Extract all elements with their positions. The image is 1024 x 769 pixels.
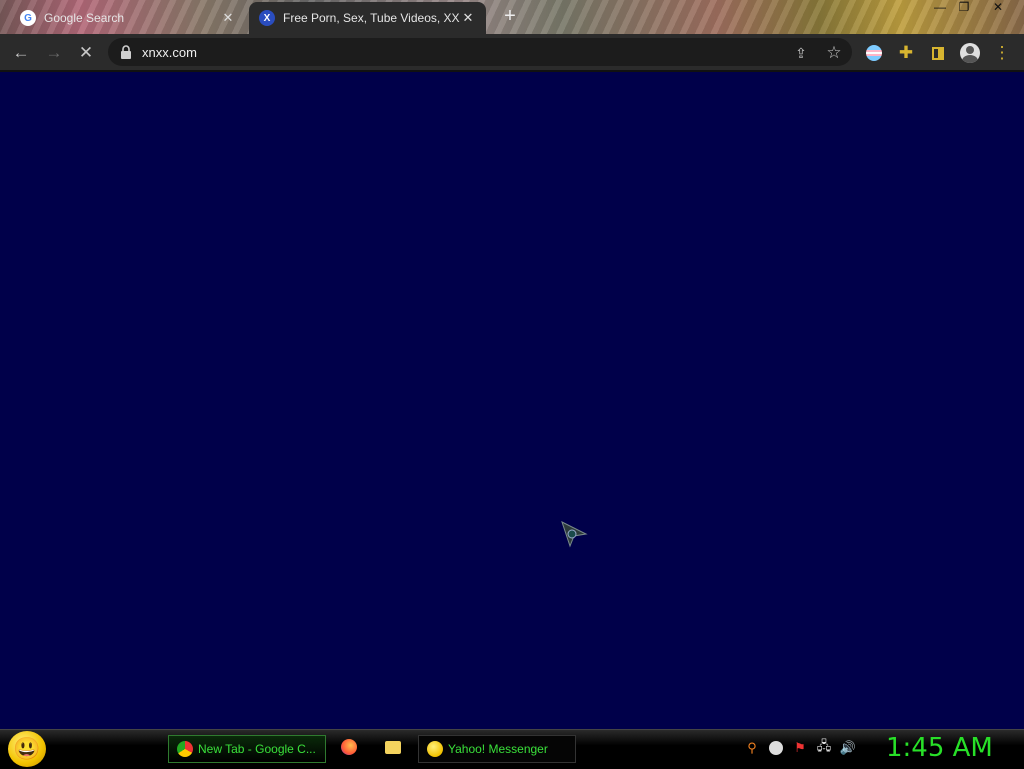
start-button[interactable]: 😃 [8,731,46,767]
yahoo-smiley-icon: 😃 [13,736,41,761]
share-button[interactable]: ⇪ [790,42,812,64]
side-panel-icon [932,46,944,60]
new-tab-button[interactable]: + [500,6,520,26]
stop-loading-button[interactable]: ✕ [75,42,97,64]
tab-google-search[interactable]: G Google Search ✕ [10,2,246,34]
star-icon: ☆ [826,43,842,62]
chrome-icon [177,741,193,757]
extension-flag-icon [866,45,882,61]
url-text[interactable]: xnxx.com [142,45,197,60]
page-content[interactable] [0,72,1024,729]
xnxx-icon: X [259,10,275,26]
back-button[interactable]: ← [10,42,32,64]
tab-active[interactable]: X Free Porn, Sex, Tube Videos, XXX ✕ [249,2,486,34]
puzzle-icon: ✚ [898,43,914,62]
lock-icon [121,45,131,59]
google-icon: G [20,10,36,26]
profile-button[interactable] [959,42,981,64]
menu-button[interactable]: ⋮ [991,42,1013,64]
folder-icon [385,740,401,754]
stop-icon: ✕ [78,43,94,62]
taskbar-clock[interactable]: 1:45 AM [886,733,996,763]
firefox-launcher[interactable] [340,738,358,756]
action-center-flag-icon[interactable]: ⚑ [792,740,808,756]
share-icon: ⇪ [795,44,807,61]
taskbar-item-yahoo-messenger[interactable]: Yahoo! Messenger [418,735,576,763]
tab-title: Free Porn, Sex, Tube Videos, XXX [283,11,460,25]
yahoo-messenger-icon [427,741,443,757]
back-arrow-icon: ← [12,43,30,62]
extensions-button[interactable]: ✚ [895,42,917,64]
tab-title: Google Search [44,11,125,25]
search-icon[interactable]: ⚲ [744,740,760,756]
taskbar-item-chrome[interactable]: New Tab - Google C... [168,735,326,763]
side-panel-button[interactable] [927,42,949,64]
close-tab-icon[interactable]: ✕ [220,10,236,26]
profile-avatar-icon [960,43,980,63]
mouse-cursor-icon [561,521,588,548]
close-tab-icon[interactable]: ✕ [460,10,476,26]
restore-button[interactable]: ❐ [952,0,976,18]
folder-launcher[interactable] [384,738,402,756]
messenger-tray-icon[interactable] [768,740,784,756]
bookmark-button[interactable]: ☆ [823,42,845,64]
forward-button[interactable]: → [43,42,65,64]
network-icon[interactable]: 🖧 [816,738,832,756]
close-window-button[interactable]: ✕ [986,0,1010,18]
extension-button[interactable] [863,42,885,64]
minimize-button[interactable]: — [928,0,952,18]
firefox-icon [341,739,357,755]
forward-arrow-icon: → [45,43,63,62]
address-bar[interactable] [108,38,852,66]
volume-icon[interactable]: 🔊 [840,740,856,756]
taskbar-item-label: Yahoo! Messenger [448,742,548,756]
more-vert-icon: ⋮ [993,43,1011,62]
taskbar-item-label: New Tab - Google C... [198,742,316,756]
